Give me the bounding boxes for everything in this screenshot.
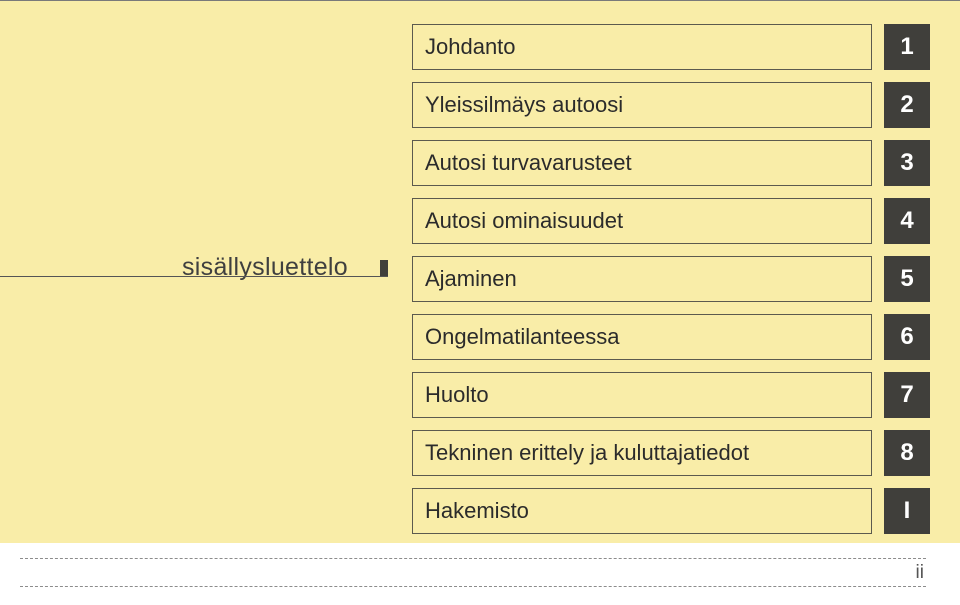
toc-item-title: Johdanto <box>425 34 516 60</box>
toc-item-title: Ajaminen <box>425 266 517 292</box>
toc-item: Ongelmatilanteessa <box>412 314 872 360</box>
section-tab: I <box>884 488 930 534</box>
toc-item: Autosi turvavarusteet <box>412 140 872 186</box>
toc-item: Yleissilmäys autoosi <box>412 82 872 128</box>
section-tab: 6 <box>884 314 930 360</box>
section-tab: 1 <box>884 24 930 70</box>
section-tabs: 1 2 3 4 5 6 7 8 I <box>884 24 930 546</box>
toc-item: Hakemisto <box>412 488 872 534</box>
page: sisällysluettelo Johdanto Yleissilmäys a… <box>0 0 960 605</box>
section-tab: 3 <box>884 140 930 186</box>
tab-number: 3 <box>900 149 913 177</box>
footer-rule-top <box>20 558 926 559</box>
toc-item-title: Hakemisto <box>425 498 529 524</box>
toc-item-title: Tekninen erittely ja kuluttajatiedot <box>425 440 749 466</box>
tab-number: 4 <box>900 207 913 235</box>
footer-rule-bottom <box>20 586 926 587</box>
tab-number: 5 <box>900 265 913 293</box>
toc-item-title: Ongelmatilanteessa <box>425 324 619 350</box>
tab-number: I <box>904 497 911 525</box>
toc-item: Ajaminen <box>412 256 872 302</box>
tab-number: 6 <box>900 323 913 351</box>
tab-number: 7 <box>900 381 913 409</box>
section-tab: 8 <box>884 430 930 476</box>
section-tab: 5 <box>884 256 930 302</box>
content-area: sisällysluettelo Johdanto Yleissilmäys a… <box>0 0 960 543</box>
toc-item-title: Autosi turvavarusteet <box>425 150 632 176</box>
top-rule <box>0 0 960 1</box>
tab-number: 1 <box>900 33 913 61</box>
section-tab: 7 <box>884 372 930 418</box>
heading-rule <box>0 276 388 277</box>
tab-number: 8 <box>900 439 913 467</box>
section-tab: 2 <box>884 82 930 128</box>
tab-number: 2 <box>900 91 913 119</box>
toc-item: Autosi ominaisuudet <box>412 198 872 244</box>
toc-heading: sisällysluettelo <box>182 253 348 282</box>
toc-item: Johdanto <box>412 24 872 70</box>
toc-heading-marker <box>380 260 388 276</box>
toc-item-title: Huolto <box>425 382 489 408</box>
toc-item-title: Autosi ominaisuudet <box>425 208 623 234</box>
toc-list: Johdanto Yleissilmäys autoosi Autosi tur… <box>412 24 872 546</box>
section-tab: 4 <box>884 198 930 244</box>
toc-item-title: Yleissilmäys autoosi <box>425 92 623 118</box>
footer: ii <box>0 558 960 600</box>
toc-item: Tekninen erittely ja kuluttajatiedot <box>412 430 872 476</box>
toc-item: Huolto <box>412 372 872 418</box>
page-number: ii <box>916 562 924 584</box>
